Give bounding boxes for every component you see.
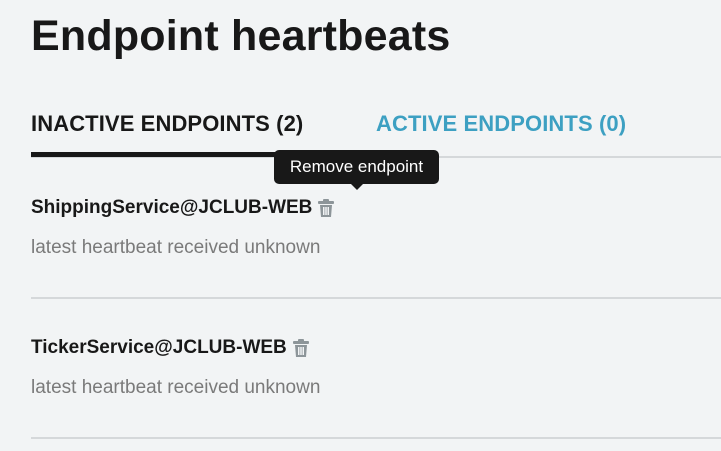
endpoint-name-row: ShippingService@JCLUB-WEB <box>31 197 335 219</box>
trash-icon[interactable] <box>292 338 310 358</box>
tab-inactive-endpoints[interactable]: INACTIVE ENDPOINTS (2) <box>31 111 303 151</box>
list-item: TickerService@JCLUB-WEB latest heartbeat… <box>31 300 721 440</box>
remove-endpoint-tooltip: Remove endpoint <box>274 150 439 190</box>
trash-icon[interactable] <box>317 198 335 218</box>
tab-active-endpoints-label: ACTIVE ENDPOINTS (0) <box>376 111 627 136</box>
endpoint-name: TickerService@JCLUB-WEB <box>31 337 287 358</box>
page-title: Endpoint heartbeats <box>31 12 451 60</box>
tab-active-endpoints[interactable]: ACTIVE ENDPOINTS (0) <box>376 111 626 137</box>
tooltip-text: Remove endpoint <box>289 157 424 176</box>
endpoint-status: latest heartbeat received unknown <box>31 377 321 398</box>
list-divider <box>31 297 721 299</box>
endpoint-heartbeats-page: Endpoint heartbeats INACTIVE ENDPOINTS (… <box>0 0 721 451</box>
tooltip-arrow <box>351 184 363 190</box>
endpoint-status: latest heartbeat received unknown <box>31 237 321 258</box>
list-divider <box>31 437 721 439</box>
endpoint-name: ShippingService@JCLUB-WEB <box>31 197 313 218</box>
endpoint-name-row: TickerService@JCLUB-WEB <box>31 337 310 359</box>
tab-inactive-endpoints-label: INACTIVE ENDPOINTS (2) <box>31 111 304 136</box>
